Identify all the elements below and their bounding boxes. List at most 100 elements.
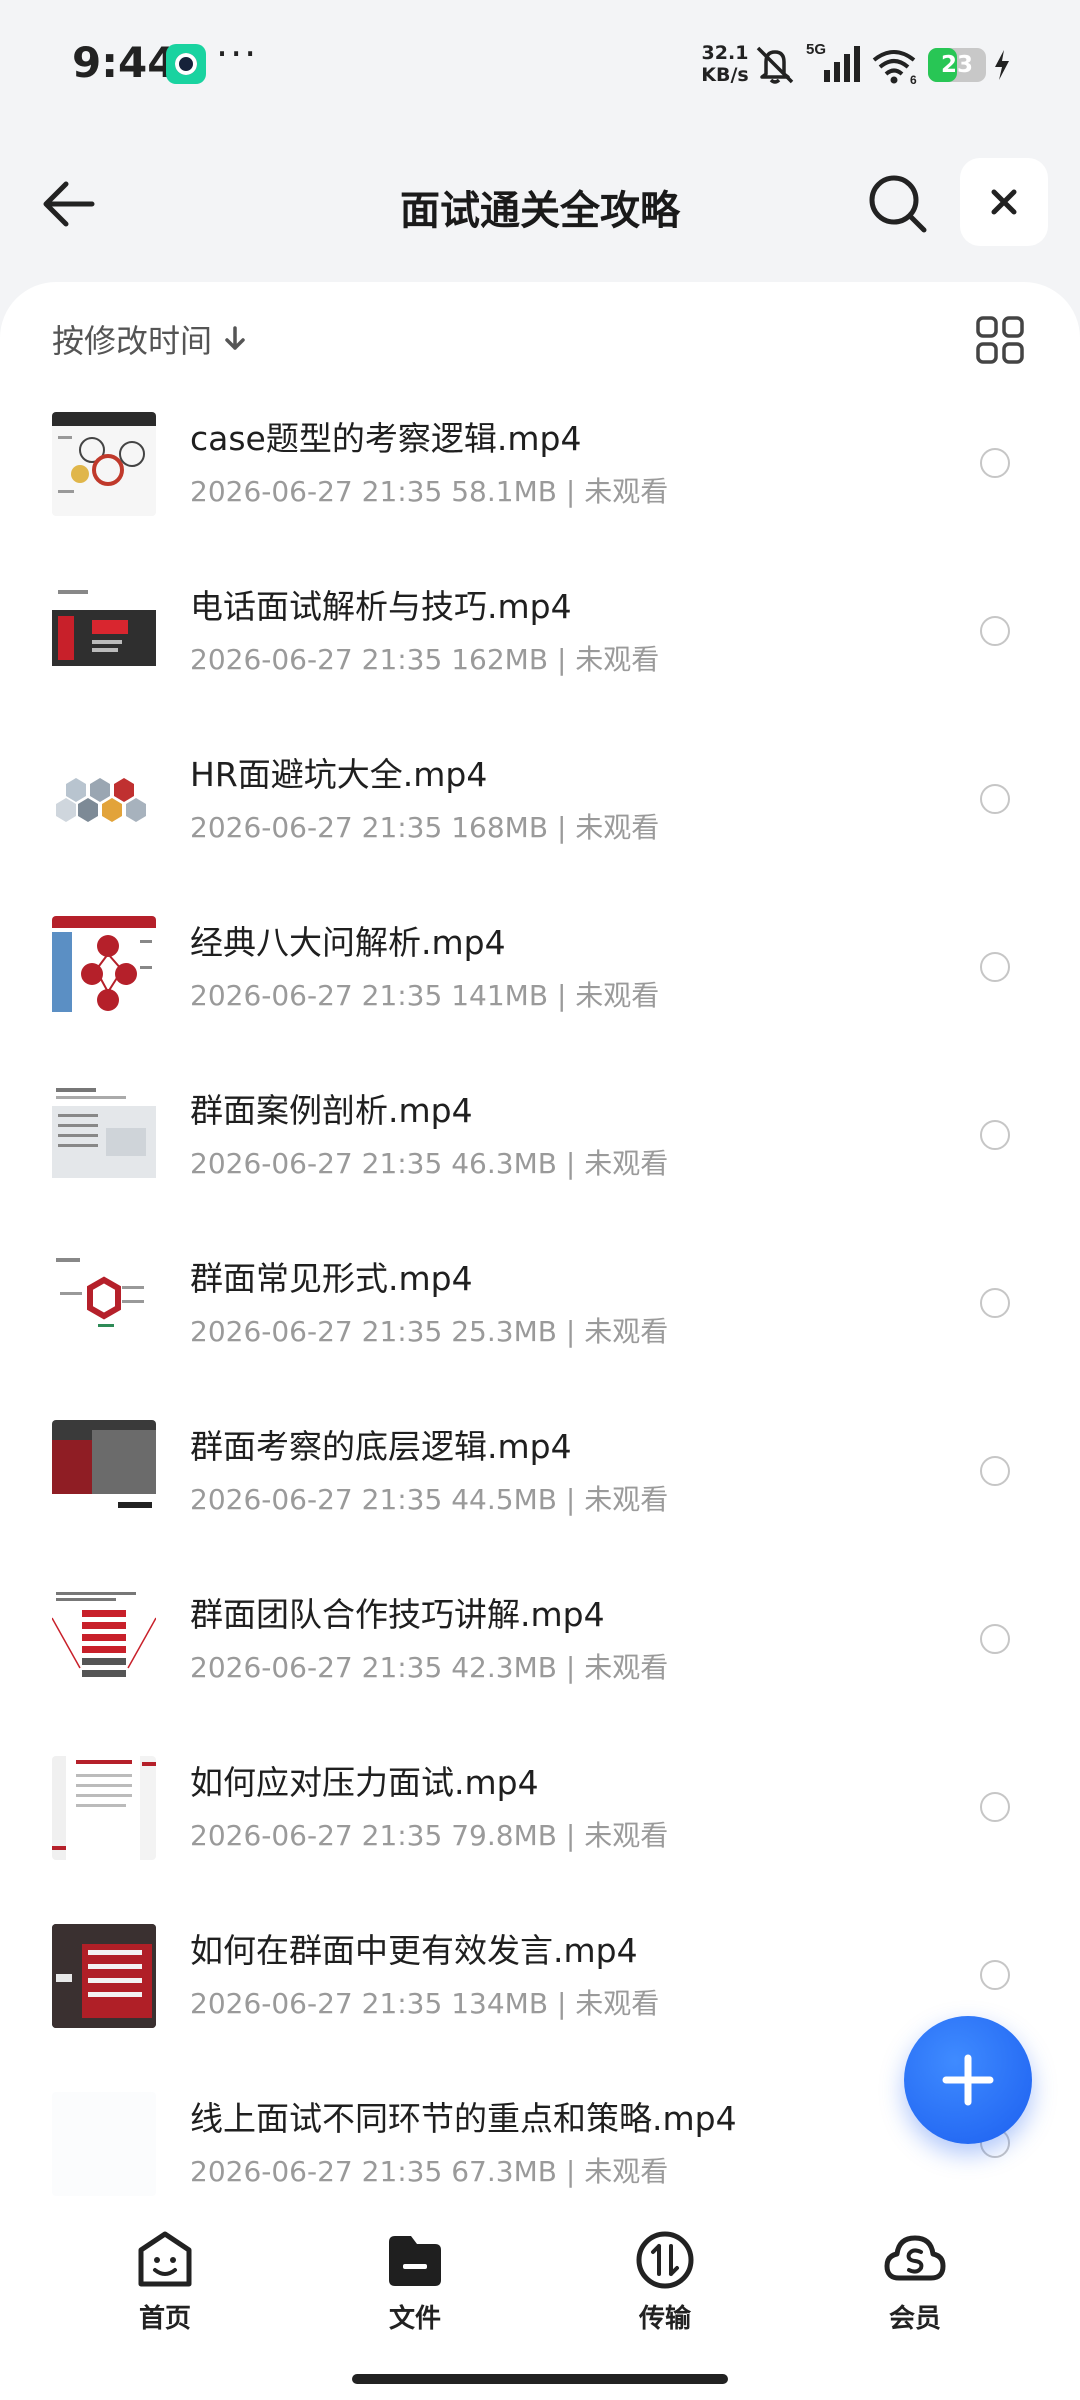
select-radio[interactable] [980, 448, 1010, 478]
add-button[interactable] [904, 2016, 1032, 2144]
file-name: 群面常见形式.mp4 [190, 1259, 473, 1298]
grid-view-button[interactable] [974, 314, 1026, 366]
file-size: 141MB [451, 979, 549, 1012]
watch-status: 未观看 [584, 2155, 669, 2188]
watch-status: 未观看 [584, 1147, 669, 1180]
file-date: 2026-06-27 21:35 [190, 2155, 443, 2188]
file-size: 67.3MB [451, 2155, 557, 2188]
file-name: HR面避坑大全.mp4 [190, 755, 488, 794]
nav-transfer[interactable]: 传输 [595, 2228, 735, 2348]
file-row[interactable]: 电话面试解析与技巧.mp4 2026-06-27 21:35 162MB | 未… [0, 558, 1080, 726]
nav-transfer-label: 传输 [638, 2304, 691, 2334]
network-type: 5G [806, 41, 826, 58]
file-name: case题型的考察逻辑.mp4 [190, 419, 582, 458]
video-thumbnail [52, 1756, 156, 1860]
file-meta: 2026-06-27 21:35 141MB | 未观看 [190, 979, 660, 1012]
file-meta: 2026-06-27 21:35 168MB | 未观看 [190, 811, 660, 844]
nav-home-label: 首页 [138, 2304, 191, 2334]
select-radio[interactable] [980, 1456, 1010, 1486]
file-date: 2026-06-27 21:35 [190, 1651, 443, 1684]
file-size: 44.5MB [451, 1483, 557, 1516]
nav-member[interactable]: 会员 [845, 2228, 985, 2348]
file-name: 线上面试不同环节的重点和策略.mp4 [190, 2099, 737, 2138]
select-radio[interactable] [980, 952, 1010, 982]
file-row[interactable]: HR面避坑大全.mp4 2026-06-27 21:35 168MB | 未观看 [0, 726, 1080, 894]
file-meta: 2026-06-27 21:35 67.3MB | 未观看 [190, 2155, 669, 2188]
file-row[interactable]: 经典八大问解析.mp4 2026-06-27 21:35 141MB | 未观看 [0, 894, 1080, 1062]
home-indicator[interactable] [352, 2374, 728, 2384]
watch-status: 未观看 [584, 475, 669, 508]
file-size: 79.8MB [451, 1819, 557, 1852]
app-notification-icon [166, 44, 206, 84]
smiley-icon [138, 2231, 192, 2287]
plus-icon [942, 2054, 994, 2106]
file-date: 2026-06-27 21:35 [190, 1987, 443, 2020]
sort-button[interactable]: 按修改时间 [52, 316, 250, 362]
video-thumbnail [52, 1924, 156, 2028]
file-row[interactable]: 群面团队合作技巧讲解.mp4 2026-06-27 21:35 42.3MB |… [0, 1566, 1080, 1734]
video-thumbnail [52, 916, 156, 1020]
file-row[interactable]: 如何应对压力面试.mp4 2026-06-27 21:35 79.8MB | 未… [0, 1734, 1080, 1902]
select-radio[interactable] [980, 1792, 1010, 1822]
nav-files-label: 文件 [388, 2304, 441, 2334]
select-radio[interactable] [980, 1120, 1010, 1150]
file-meta: 2026-06-27 21:35 44.5MB | 未观看 [190, 1483, 669, 1516]
select-radio[interactable] [980, 1960, 1010, 1990]
file-size: 58.1MB [451, 475, 557, 508]
select-radio[interactable] [980, 616, 1010, 646]
select-radio[interactable] [980, 784, 1010, 814]
file-name: 电话面试解析与技巧.mp4 [190, 587, 572, 626]
battery-icon: 23 [928, 48, 986, 82]
file-row[interactable]: 群面考察的底层逻辑.mp4 2026-06-27 21:35 44.5MB | … [0, 1398, 1080, 1566]
charging-icon [995, 50, 1009, 80]
file-meta: 2026-06-27 21:35 42.3MB | 未观看 [190, 1651, 669, 1684]
status-time: 9:44 [72, 38, 177, 87]
video-thumbnail [52, 1420, 156, 1524]
nav-home[interactable]: 首页 [95, 2228, 235, 2348]
watch-status: 未观看 [584, 1315, 669, 1348]
select-radio[interactable] [980, 1288, 1010, 1318]
watch-status: 未观看 [584, 1819, 669, 1852]
file-size: 162MB [451, 643, 549, 676]
file-date: 2026-06-27 21:35 [190, 643, 443, 676]
status-bar: 9:44 ··· 32.1 KB/s 5G 6 23 [0, 0, 1080, 130]
file-row[interactable]: 群面案例剖析.mp4 2026-06-27 21:35 46.3MB | 未观看 [0, 1062, 1080, 1230]
close-button[interactable] [960, 158, 1048, 246]
folder-icon [389, 2236, 441, 2286]
file-name: 经典八大问解析.mp4 [190, 923, 506, 962]
file-meta: 2026-06-27 21:35 162MB | 未观看 [190, 643, 660, 676]
battery-percent: 23 [940, 52, 973, 78]
mute-icon [756, 46, 794, 84]
file-row[interactable]: case题型的考察逻辑.mp4 2026-06-27 21:35 58.1MB … [0, 390, 1080, 558]
file-size: 25.3MB [451, 1315, 557, 1348]
video-thumbnail [52, 748, 156, 852]
transfer-icon [636, 2231, 694, 2289]
file-name: 群面团队合作技巧讲解.mp4 [190, 1595, 605, 1634]
video-thumbnail [52, 1588, 156, 1692]
nav-member-label: 会员 [888, 2304, 941, 2334]
video-thumbnail [52, 412, 156, 516]
sort-label: 按修改时间 [52, 322, 213, 360]
bottom-navigation: 首页 文件 传输 会员 [0, 2200, 1080, 2400]
wifi-band: 6 [910, 73, 917, 86]
video-thumbnail [52, 1252, 156, 1356]
file-size: 42.3MB [451, 1651, 557, 1684]
arrow-down-icon [225, 326, 245, 350]
file-name: 群面案例剖析.mp4 [190, 1091, 473, 1130]
nav-files[interactable]: 文件 [345, 2228, 485, 2348]
watch-status: 未观看 [584, 1483, 669, 1516]
watch-status: 未观看 [584, 1651, 669, 1684]
file-name: 群面考察的底层逻辑.mp4 [190, 1427, 572, 1466]
search-button[interactable] [862, 168, 932, 238]
file-meta: 2026-06-27 21:35 79.8MB | 未观看 [190, 1819, 669, 1852]
file-meta: 2026-06-27 21:35 58.1MB | 未观看 [190, 475, 669, 508]
network-speed-unit: KB/s [701, 64, 749, 86]
file-row[interactable]: 群面常见形式.mp4 2026-06-27 21:35 25.3MB | 未观看 [0, 1230, 1080, 1398]
watch-status: 未观看 [575, 643, 660, 676]
select-radio[interactable] [980, 1624, 1010, 1654]
file-size: 168MB [451, 811, 549, 844]
file-date: 2026-06-27 21:35 [190, 1483, 443, 1516]
watch-status: 未观看 [575, 1987, 660, 2020]
network-speed-value: 32.1 [701, 42, 749, 64]
file-name: 如何在群面中更有效发言.mp4 [190, 1931, 638, 1970]
